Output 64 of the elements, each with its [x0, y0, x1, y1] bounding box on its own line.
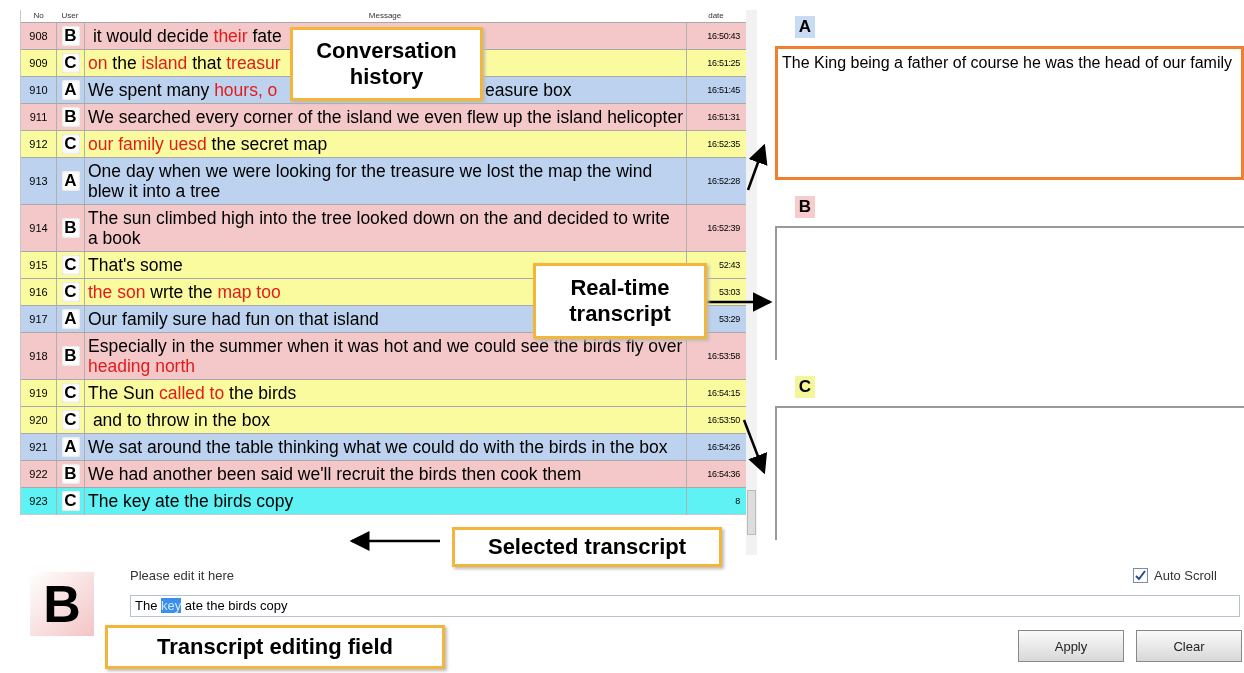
message-text: We had another been said we'll recruit the birds then cook them — [88, 464, 582, 484]
checkbox-label: Auto Scroll — [1154, 568, 1217, 583]
user-badge: A — [61, 309, 80, 329]
row-number: 908 — [28, 29, 49, 44]
message-text: easure box — [485, 80, 572, 100]
row-number: 920 — [28, 413, 49, 428]
row-number: 913 — [28, 174, 49, 189]
message-text: We spent many hours, o — [88, 80, 278, 100]
row-number: 911 — [28, 110, 49, 125]
user-badge: C — [61, 410, 80, 430]
message-text: the son wrte the map too — [88, 282, 281, 302]
message-text: Especially in the summer when it was hot and we could see the birds fly over heading north — [88, 336, 683, 376]
user-badge: C — [61, 491, 80, 511]
row-number: 910 — [28, 83, 49, 98]
column-header: date — [707, 10, 725, 22]
row-number: 909 — [28, 56, 49, 71]
row-number: 917 — [28, 312, 49, 327]
user-badge: C — [61, 53, 80, 73]
user-badge: B — [61, 218, 80, 238]
message-text: That's some — [88, 255, 183, 275]
callout-tooltip: Real-time transcript — [533, 263, 707, 339]
user-badge: C — [61, 255, 80, 275]
user-badge: B — [61, 26, 80, 46]
column-header: User — [60, 10, 80, 22]
message-text: and to throw in the box — [91, 410, 270, 430]
transcript-box: The King being a father of course he was the head of our family — [775, 46, 1244, 180]
row-number: 922 — [28, 467, 49, 482]
row-number: 923 — [28, 494, 49, 509]
user-badge: C — [61, 134, 80, 154]
message-text: The Sun called to the birds — [88, 383, 297, 403]
callout-tooltip: Selected transcript — [452, 527, 722, 567]
user-badge: C — [795, 376, 815, 398]
message-text: We searched every corner of the island we even flew up the island helicopter — [88, 107, 683, 127]
row-number: 912 — [28, 137, 49, 152]
message-text: on the island that treasur — [88, 53, 281, 73]
user-badge: A — [61, 437, 80, 457]
message-text: our family uesd the secret map — [88, 134, 328, 154]
field-label: Please edit it here — [130, 568, 235, 583]
user-badge: B — [61, 346, 80, 366]
message-text: One day when we were looking for the treasure we lost the map the wind blew it into a tree — [88, 161, 654, 201]
user-badge: B — [795, 196, 815, 218]
message-text: The key ate the birds copy — [88, 491, 294, 511]
callout-tooltip: Transcript editing field — [105, 625, 445, 669]
user-badge: A — [61, 171, 80, 191]
user-badge: B — [61, 464, 80, 484]
user-badge: A — [61, 80, 80, 100]
row-number: 919 — [28, 386, 49, 401]
user-badge: B — [30, 572, 94, 636]
row-number: 918 — [28, 349, 49, 364]
row-number: 914 — [28, 221, 49, 236]
user-badge: C — [61, 383, 80, 403]
message-text: Our family sure had fun on that island — [88, 309, 379, 329]
row-number: 915 — [28, 258, 49, 273]
user-badge: C — [61, 282, 80, 302]
callout-tooltip: Conversation history — [290, 27, 483, 101]
user-badge: A — [795, 16, 815, 38]
user-badge: B — [61, 107, 80, 127]
row-number: 921 — [28, 440, 49, 455]
message-text: We sat around the table thinking what we could do with the birds in the box — [88, 437, 668, 457]
row-number: 916 — [28, 285, 49, 300]
message-text: The sun climbed high into the tree looked down on the and decided to write a book — [88, 208, 671, 248]
message-text: it would decide their fate — [91, 26, 282, 46]
column-header: No — [32, 10, 45, 22]
column-header: Message — [367, 10, 403, 22]
